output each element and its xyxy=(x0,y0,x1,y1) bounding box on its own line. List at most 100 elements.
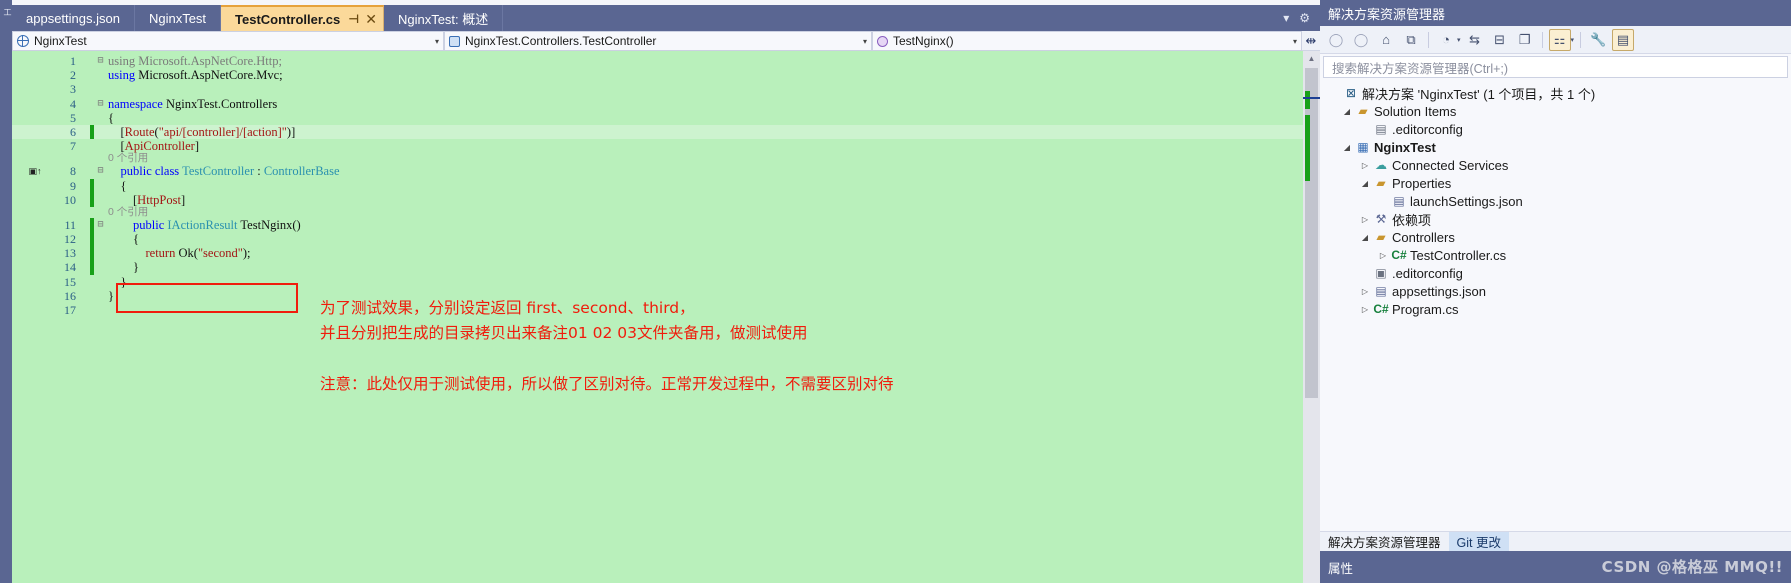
view-class-view-icon[interactable]: ⚏ xyxy=(1548,28,1571,51)
code-lens-reference-row[interactable]: 0 个引用 xyxy=(12,153,1303,164)
fold-toggle-icon[interactable]: ⊟ xyxy=(96,54,105,68)
expander-expanded-icon[interactable]: ◢ xyxy=(1358,233,1372,242)
code-editor-surface[interactable]: 1 ⊟ using Microsoft.AspNetCore.Http; 2 using… xyxy=(12,51,1320,583)
tree-item[interactable]: ▷ ▤ appsettings.json xyxy=(1320,282,1791,300)
document-tab[interactable]: NginxTest xyxy=(134,5,222,31)
code-line[interactable]: 7 [ApiController] xyxy=(12,139,1303,153)
code-line[interactable]: 9 { xyxy=(12,178,1303,193)
tree-item-icon: ▰ xyxy=(1358,104,1368,118)
toolbar-separator xyxy=(1541,31,1543,48)
left-dock-strip: 工 xyxy=(0,0,12,583)
tree-item[interactable]: ⊠ 解决方案 'NginxTest' (1 个项目，共 1 个) xyxy=(1320,84,1791,102)
code-line[interactable]: ▣↑ 8 ⊟ public class TestController : Contr… xyxy=(12,164,1303,178)
expander-expanded-icon[interactable]: ◢ xyxy=(1340,107,1354,116)
annotation-line-2: 并且分别把生成的目录拷贝出来备注01 02 03文件夹备用，做测试使用 xyxy=(320,324,808,342)
back-icon[interactable]: ◯ xyxy=(1325,29,1347,51)
line-number: 3 xyxy=(70,82,76,97)
tree-item[interactable]: ▤ launchSettings.json xyxy=(1320,192,1791,210)
line-number: 10 xyxy=(64,192,76,207)
code-line-text: } xyxy=(108,288,114,303)
document-tab[interactable]: TestController.cs ⊣ ✕ xyxy=(221,5,384,31)
forward-icon[interactable]: ◯ xyxy=(1350,29,1372,51)
code-line[interactable]: 2 using Microsoft.AspNetCore.Mvc; xyxy=(12,68,1303,82)
code-line[interactable]: 1 ⊟ using Microsoft.AspNetCore.Http; xyxy=(12,54,1303,68)
document-tab[interactable]: appsettings.json xyxy=(12,5,135,31)
line-number: 5 xyxy=(70,110,76,125)
document-tab[interactable]: NginxTest: 概述 xyxy=(383,5,504,31)
code-line[interactable]: 10 [HttpPost] xyxy=(12,192,1303,207)
code-line[interactable]: 11 ⊟ public IActionResult TestNginx() xyxy=(12,217,1303,233)
expander-expanded-icon[interactable]: ◢ xyxy=(1340,143,1354,152)
code-line[interactable]: 12 { xyxy=(12,232,1303,247)
code-lens-glyph-icon[interactable]: ▣↑ xyxy=(26,164,44,178)
tree-item-label: launchSettings.json xyxy=(1410,193,1523,209)
expander-collapsed-icon[interactable]: ▷ xyxy=(1358,305,1372,314)
panel-tab[interactable]: 解决方案资源管理器 xyxy=(1320,532,1449,551)
tree-item-label: NginxTest xyxy=(1374,139,1436,155)
preview-selected-items-icon[interactable]: ▤ xyxy=(1612,28,1635,51)
line-number: 11 xyxy=(64,217,76,232)
tree-item[interactable]: ▤ .editorconfig xyxy=(1320,120,1791,138)
member-dropdown[interactable]: TestNginx() ▾ xyxy=(872,31,1302,51)
fold-toggle-icon[interactable]: ⊟ xyxy=(96,218,105,232)
left-dock-label: 工 xyxy=(3,8,12,16)
expander-expanded-icon[interactable]: ◢ xyxy=(1358,179,1372,188)
project-dropdown[interactable]: NginxTest ▾ xyxy=(12,31,444,51)
tree-item[interactable]: ◢ ▰ Solution Items xyxy=(1320,102,1791,120)
pending-changes-filter-icon[interactable]: ◔ xyxy=(1435,29,1457,51)
tree-item[interactable]: ▷ C# TestController.cs xyxy=(1320,246,1791,264)
editor-vertical-scrollbar[interactable]: ▲ xyxy=(1303,51,1320,583)
collapse-all-icon[interactable]: ⊟ xyxy=(1489,29,1511,51)
expander-collapsed-icon[interactable]: ▷ xyxy=(1358,161,1372,170)
line-number: 4 xyxy=(70,96,76,111)
tree-item[interactable]: ▷ ☁ Connected Services xyxy=(1320,156,1791,174)
change-marker-green-top xyxy=(1305,91,1310,109)
code-line-text: } xyxy=(108,260,139,275)
code-line[interactable]: 13 return Ok("second"); xyxy=(12,246,1303,261)
code-lens-reference-row[interactable]: 0 个引用 xyxy=(12,206,1303,218)
split-editor-button[interactable]: ⇹ xyxy=(1302,31,1320,50)
home-icon[interactable]: ⌂ xyxy=(1375,29,1397,51)
type-dropdown[interactable]: NginxTest.Controllers.TestController ▾ xyxy=(444,31,872,51)
tree-item[interactable]: ◢ ▰ Properties xyxy=(1320,174,1791,192)
pin-tab-icon[interactable]: ⊣ xyxy=(348,12,359,26)
tree-item-label: Properties xyxy=(1392,175,1452,191)
code-line[interactable]: 4 ⊟ namespace NginxTest.Controllers xyxy=(12,97,1303,111)
code-lens-reference-label[interactable]: 0 个引用 xyxy=(108,153,148,164)
expander-collapsed-icon[interactable]: ▷ xyxy=(1376,251,1390,260)
tree-item-label: Solution Items xyxy=(1374,103,1457,119)
code-line[interactable]: 3 xyxy=(12,82,1303,96)
tree-item[interactable]: ▣ .editorconfig xyxy=(1320,264,1791,282)
close-tab-icon[interactable]: ✕ xyxy=(365,11,377,28)
tree-item-icon: ☁ xyxy=(1375,158,1387,172)
refresh-icon[interactable]: ⇆ xyxy=(1464,29,1486,51)
solution-explorer-bottom-tabs: 解决方案资源管理器 Git 更改 xyxy=(1320,531,1791,551)
panel-tab[interactable]: Git 更改 xyxy=(1448,532,1509,551)
code-line[interactable]: 5{ xyxy=(12,111,1303,125)
chevron-down-icon[interactable]: ▾ xyxy=(1571,36,1575,44)
chevron-down-icon[interactable]: ▾ xyxy=(1457,36,1461,44)
tree-item[interactable]: ▷ C# Program.cs xyxy=(1320,300,1791,318)
properties-wrench-icon[interactable]: 🔧 xyxy=(1587,29,1609,51)
tab-list-caret-icon[interactable]: ▾ xyxy=(1283,11,1289,25)
code-lens-reference-label[interactable]: 0 个引用 xyxy=(108,206,148,218)
expander-collapsed-icon[interactable]: ▷ xyxy=(1358,287,1372,296)
fold-toggle-icon[interactable]: ⊟ xyxy=(96,97,105,111)
gear-icon[interactable]: ⚙ xyxy=(1299,11,1310,25)
line-number: 6 xyxy=(70,124,76,139)
solution-explorer-search-input[interactable]: 搜索解决方案资源管理器(Ctrl+;) xyxy=(1323,56,1788,78)
show-all-files-icon[interactable]: ❐ xyxy=(1514,29,1536,51)
tree-item-icon: ▦ xyxy=(1357,140,1369,154)
expander-collapsed-icon[interactable]: ▷ xyxy=(1358,215,1372,224)
document-tab-label: NginxTest xyxy=(148,10,207,26)
tree-item[interactable]: ◢ ▰ Controllers xyxy=(1320,228,1791,246)
sync-with-active-document-icon[interactable]: ⧉ xyxy=(1400,29,1422,51)
code-line[interactable]: 6 [Route("api/[controller]/[action]")] xyxy=(12,124,1303,140)
scroll-up-arrow-icon[interactable]: ▲ xyxy=(1303,51,1320,66)
tree-item[interactable]: ▷ ⚒ 依赖项 xyxy=(1320,210,1791,228)
tree-item[interactable]: ◢ ▦ NginxTest xyxy=(1320,138,1791,156)
code-line[interactable]: 14 } xyxy=(12,260,1303,275)
fold-toggle-icon[interactable]: ⊟ xyxy=(96,164,105,178)
tree-item-icon: ⚒ xyxy=(1375,212,1387,226)
chevron-down-icon: ▾ xyxy=(1292,36,1297,46)
